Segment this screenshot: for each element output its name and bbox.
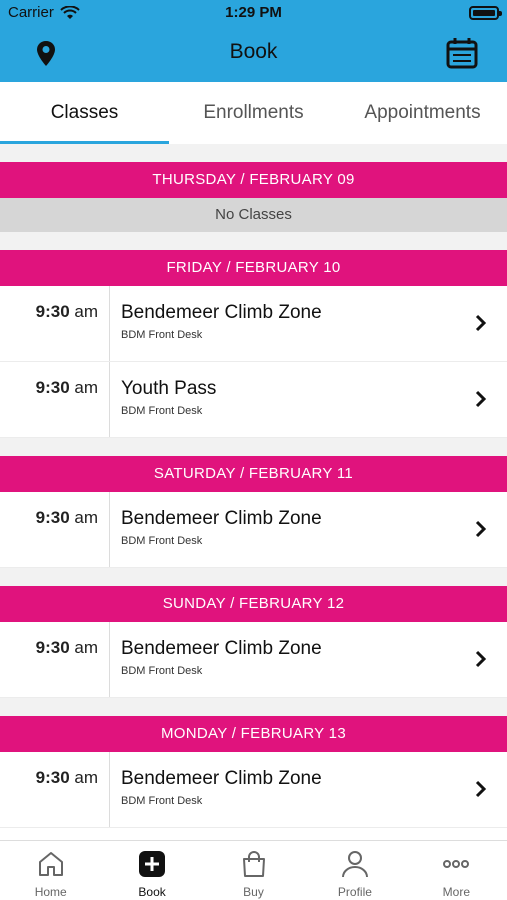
more-dots-icon: [443, 860, 470, 868]
plus-square-icon: [139, 851, 166, 877]
class-row-partial[interactable]: [0, 828, 507, 840]
class-time-suffix: am: [69, 768, 98, 787]
person-icon: [341, 851, 368, 878]
class-time: 9:30 am: [0, 492, 110, 567]
class-time-suffix: am: [69, 638, 98, 657]
class-name: Bendemeer Climb Zone: [121, 768, 322, 789]
day-section: FRIDAY / FEBRUARY 10 9:30 am Bendemeer C…: [0, 250, 507, 438]
schedule-list[interactable]: THURSDAY / FEBRUARY 09 No Classes FRIDAY…: [0, 144, 507, 840]
tab-bar-label: Book: [138, 885, 166, 899]
status-bar: Carrier 1:29 PM: [0, 0, 507, 26]
class-name: Youth Pass: [121, 378, 217, 399]
no-classes-label: No Classes: [0, 198, 507, 232]
class-time-suffix: am: [69, 508, 98, 527]
chevron-right-icon: [475, 780, 487, 798]
class-info: Bendemeer Climb Zone BDM Front Desk: [110, 752, 507, 827]
day-section: SUNDAY / FEBRUARY 12 9:30 am Bendemeer C…: [0, 586, 507, 698]
segment-tabs: Classes Enrollments Appointments: [0, 82, 507, 144]
day-header: THURSDAY / FEBRUARY 09: [0, 162, 507, 198]
nav-bar: Book: [0, 26, 507, 82]
page-title: Book: [229, 40, 278, 63]
class-row[interactable]: 9:30 am Youth Pass BDM Front Desk: [0, 362, 507, 438]
class-time-number: 9:30: [35, 638, 70, 657]
class-row[interactable]: 9:30 am Bendemeer Climb Zone BDM Front D…: [0, 622, 507, 698]
class-time: 9:30 am: [0, 752, 110, 827]
tab-bar-home[interactable]: Home: [0, 841, 101, 900]
class-location: BDM Front Desk: [121, 665, 203, 677]
bottom-tab-bar: Home Book Buy Profile More: [0, 840, 507, 900]
class-row[interactable]: 9:30 am Bendemeer Climb Zone BDM Front D…: [0, 492, 507, 568]
day-section: THURSDAY / FEBRUARY 09 No Classes: [0, 162, 507, 232]
class-time-number: 9:30: [35, 302, 70, 321]
tab-bar-profile[interactable]: Profile: [304, 841, 405, 900]
day-header: SATURDAY / FEBRUARY 11: [0, 456, 507, 492]
tab-enrollments[interactable]: Enrollments: [169, 82, 338, 144]
class-name: Bendemeer Climb Zone: [121, 638, 322, 659]
battery-icon: [469, 6, 502, 20]
class-info: Bendemeer Climb Zone BDM Front Desk: [110, 492, 507, 567]
class-time-suffix: am: [69, 378, 98, 397]
tab-bar-book[interactable]: Book: [101, 841, 202, 900]
tab-bar-label: Profile: [337, 885, 372, 899]
day-section: SATURDAY / FEBRUARY 11 9:30 am Bendemeer…: [0, 456, 507, 568]
chevron-right-icon: [475, 520, 487, 538]
class-location: BDM Front Desk: [121, 329, 203, 341]
tab-bar-label: Buy: [243, 885, 264, 899]
class-time: 9:30 am: [0, 286, 110, 361]
class-row[interactable]: 9:30 am Bendemeer Climb Zone BDM Front D…: [0, 286, 507, 362]
class-location: BDM Front Desk: [121, 795, 203, 807]
day-header: MONDAY / FEBRUARY 13: [0, 716, 507, 752]
home-icon: [38, 852, 63, 876]
class-info: Bendemeer Climb Zone BDM Front Desk: [110, 286, 507, 361]
class-time-number: 9:30: [35, 508, 70, 527]
class-info: Bendemeer Climb Zone BDM Front Desk: [110, 622, 507, 697]
day-header: SUNDAY / FEBRUARY 12: [0, 586, 507, 622]
class-info: Youth Pass BDM Front Desk: [110, 362, 507, 437]
class-time: 9:30 am: [0, 622, 110, 697]
tab-bar-label: More: [442, 885, 470, 899]
class-location: BDM Front Desk: [121, 405, 203, 417]
class-time-suffix: am: [69, 302, 98, 321]
class-time: 9:30 am: [0, 362, 110, 437]
calendar-icon[interactable]: [445, 36, 479, 70]
class-time-number: 9:30: [35, 768, 70, 787]
chevron-right-icon: [475, 314, 487, 332]
tab-appointments[interactable]: Appointments: [338, 82, 507, 144]
shopping-bag-icon: [242, 851, 265, 877]
tab-bar-label: Home: [34, 885, 67, 899]
tab-bar-buy[interactable]: Buy: [203, 841, 304, 900]
chevron-right-icon: [475, 650, 487, 668]
class-location: BDM Front Desk: [121, 535, 203, 547]
class-time-number: 9:30: [35, 378, 70, 397]
class-name: Bendemeer Climb Zone: [121, 508, 322, 529]
chevron-right-icon: [475, 390, 487, 408]
class-name: Bendemeer Climb Zone: [121, 302, 322, 323]
tab-classes[interactable]: Classes: [0, 82, 169, 144]
day-header: FRIDAY / FEBRUARY 10: [0, 250, 507, 286]
tab-bar-more[interactable]: More: [406, 841, 507, 900]
class-row[interactable]: 9:30 am Bendemeer Climb Zone BDM Front D…: [0, 752, 507, 828]
day-section: MONDAY / FEBRUARY 13 9:30 am Bendemeer C…: [0, 716, 507, 840]
status-time: 1:29 PM: [225, 4, 282, 21]
